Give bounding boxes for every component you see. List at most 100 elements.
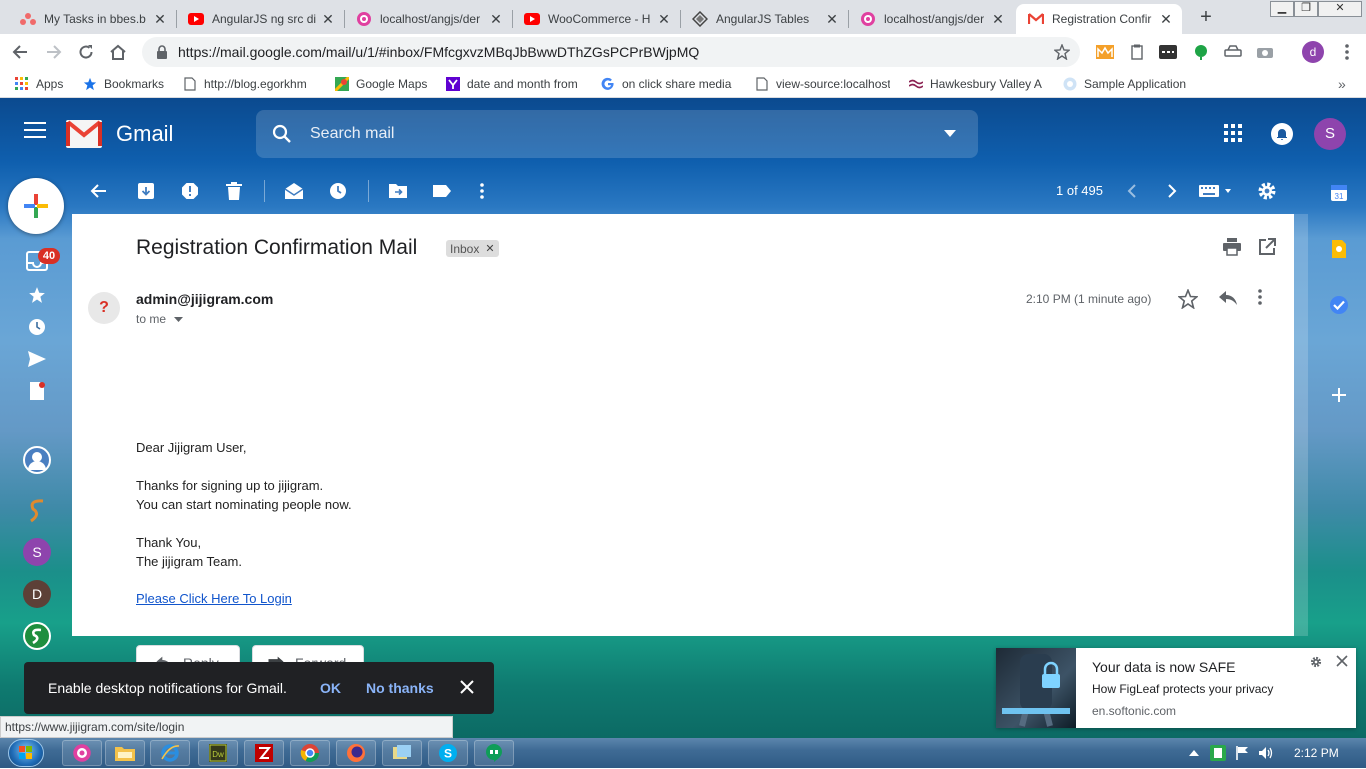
webstorm-taskbar-icon[interactable] bbox=[62, 740, 102, 766]
open-in-new-window-icon[interactable] bbox=[1258, 238, 1276, 256]
compose-button[interactable] bbox=[8, 178, 64, 234]
star-message-icon[interactable] bbox=[1178, 289, 1198, 309]
ad-subtitle[interactable]: How FigLeaf protects your privacy bbox=[1092, 682, 1273, 696]
clipboard-icon[interactable] bbox=[1128, 43, 1146, 61]
delete-icon[interactable] bbox=[223, 180, 245, 202]
snooze-icon[interactable] bbox=[327, 180, 349, 202]
drafts-icon[interactable] bbox=[24, 378, 50, 404]
search-bar[interactable]: Search mail bbox=[256, 110, 978, 158]
print-icon[interactable] bbox=[1222, 238, 1242, 256]
bookmark-star-icon[interactable] bbox=[1054, 44, 1070, 60]
search-icon[interactable] bbox=[272, 124, 292, 144]
search-input[interactable]: Search mail bbox=[310, 125, 394, 143]
bookmark-hawkesbury[interactable]: Hawkesbury Valley A bbox=[908, 76, 1044, 92]
enable-notifications-ok-button[interactable]: OK bbox=[320, 680, 341, 696]
tab-4[interactable]: WooCommerce - H ✕ bbox=[512, 4, 680, 34]
tray-app-icon[interactable] bbox=[1210, 745, 1226, 761]
new-tab-button[interactable]: + bbox=[1196, 6, 1216, 29]
tab-2[interactable]: AngularJS ng src di ✕ bbox=[176, 4, 344, 34]
reload-icon[interactable] bbox=[74, 40, 98, 64]
tab-close-icon[interactable]: ✕ bbox=[488, 11, 504, 28]
tab-close-icon[interactable]: ✕ bbox=[152, 11, 168, 28]
terminal-icon[interactable] bbox=[1159, 43, 1177, 61]
tab-6[interactable]: localhost/angjs/der ✕ bbox=[848, 4, 1014, 34]
no-thanks-button[interactable]: No thanks bbox=[366, 680, 434, 696]
hangouts-user-avatar[interactable] bbox=[23, 446, 51, 474]
camera-icon[interactable] bbox=[1256, 43, 1274, 61]
minimize-button[interactable]: ▁ bbox=[1270, 1, 1294, 17]
ad-close-icon[interactable] bbox=[1336, 655, 1348, 667]
keep-icon[interactable] bbox=[1328, 238, 1350, 260]
car-icon[interactable] bbox=[1224, 43, 1242, 61]
sender-avatar[interactable]: ? bbox=[88, 292, 120, 324]
labels-icon[interactable] bbox=[431, 180, 453, 202]
green-leaf-icon[interactable] bbox=[1192, 43, 1210, 61]
back-to-inbox-icon[interactable] bbox=[87, 180, 109, 202]
forward-icon[interactable] bbox=[42, 40, 66, 64]
chrome-icon[interactable] bbox=[290, 740, 330, 766]
skype-icon[interactable]: S bbox=[428, 740, 468, 766]
firefox-icon[interactable] bbox=[336, 740, 376, 766]
contact-avatar-green[interactable] bbox=[23, 622, 51, 650]
tab-close-icon[interactable]: ✕ bbox=[656, 11, 672, 28]
action-center-flag-icon[interactable] bbox=[1234, 745, 1250, 761]
remove-label-icon[interactable]: ✕ bbox=[485, 242, 494, 255]
extension-icon[interactable] bbox=[1096, 43, 1114, 61]
archive-icon[interactable] bbox=[135, 180, 157, 202]
google-apps-icon[interactable] bbox=[1224, 124, 1242, 142]
contact-avatar-s-logo[interactable] bbox=[23, 496, 51, 524]
tab-close-icon[interactable]: ✕ bbox=[824, 11, 840, 28]
back-icon[interactable] bbox=[8, 40, 32, 64]
volume-icon[interactable] bbox=[1258, 745, 1274, 761]
starred-icon[interactable] bbox=[24, 282, 50, 308]
add-addon-icon[interactable] bbox=[1328, 384, 1350, 406]
move-to-icon[interactable] bbox=[387, 180, 409, 202]
hangouts-icon[interactable] bbox=[474, 740, 514, 766]
gmail-logo[interactable]: Gmail bbox=[66, 120, 173, 148]
inbox-label-chip[interactable]: Inbox ✕ bbox=[446, 240, 499, 257]
account-avatar[interactable]: S bbox=[1314, 118, 1346, 150]
menu-dots-icon[interactable] bbox=[1338, 43, 1356, 61]
tasks-icon[interactable] bbox=[1328, 294, 1350, 316]
tab-5[interactable]: AngularJS Tables ✕ bbox=[680, 4, 848, 34]
ad-source[interactable]: en.softonic.com bbox=[1092, 704, 1176, 718]
internet-explorer-icon[interactable] bbox=[150, 740, 190, 766]
calendar-icon[interactable]: 31 bbox=[1328, 182, 1350, 204]
ad-image[interactable] bbox=[996, 648, 1076, 728]
show-hidden-icons-icon[interactable] bbox=[1186, 745, 1202, 761]
reply-icon[interactable] bbox=[1218, 289, 1238, 307]
recipient-details[interactable]: to me bbox=[136, 312, 184, 326]
show-details-icon[interactable] bbox=[174, 316, 184, 322]
notifications-icon[interactable] bbox=[1270, 122, 1294, 146]
file-explorer-icon[interactable] bbox=[105, 740, 145, 766]
snoozed-icon[interactable] bbox=[24, 314, 50, 340]
sender-email[interactable]: admin@jijigram.com bbox=[136, 291, 273, 307]
mark-unread-icon[interactable] bbox=[283, 180, 305, 202]
contact-avatar-d[interactable]: D bbox=[23, 580, 51, 608]
settings-gear-icon[interactable] bbox=[1256, 180, 1278, 202]
ad-popup[interactable]: Your data is now SAFE How FigLeaf protec… bbox=[996, 648, 1356, 728]
close-window-button[interactable]: ✕ bbox=[1318, 1, 1362, 17]
tab-close-icon[interactable]: ✕ bbox=[320, 11, 336, 28]
main-menu-icon[interactable] bbox=[24, 122, 46, 138]
bookmark-sample-app[interactable]: Sample Application bbox=[1062, 76, 1186, 92]
login-link[interactable]: Please Click Here To Login bbox=[136, 591, 292, 606]
start-button[interactable] bbox=[8, 739, 44, 767]
tab-close-icon[interactable]: ✕ bbox=[990, 11, 1006, 28]
search-options-icon[interactable] bbox=[944, 130, 956, 137]
tab-active[interactable]: Registration Confir ✕ bbox=[1016, 4, 1182, 34]
message-scrollbar[interactable] bbox=[1294, 214, 1308, 636]
bookmark-blog[interactable]: http://blog.egorkhm bbox=[182, 76, 318, 92]
dreamweaver-icon[interactable]: Dw bbox=[198, 740, 238, 766]
restore-button[interactable]: ❐ bbox=[1294, 1, 1318, 17]
tab-3[interactable]: localhost/angjs/der ✕ bbox=[344, 4, 512, 34]
tab-1[interactable]: My Tasks in bbes.b ✕ bbox=[0, 4, 176, 34]
report-spam-icon[interactable] bbox=[179, 180, 201, 202]
address-bar[interactable]: https://mail.google.com/mail/u/1/#inbox/… bbox=[142, 37, 1080, 67]
taskbar-clock[interactable]: 2:12 PM bbox=[1294, 746, 1339, 760]
bookmark-share-media[interactable]: on click share media bbox=[600, 76, 734, 92]
tab-close-icon[interactable]: ✕ bbox=[1158, 11, 1174, 28]
more-actions-icon[interactable] bbox=[471, 180, 493, 202]
bookmark-google-maps[interactable]: Google Maps bbox=[334, 76, 427, 92]
message-more-icon[interactable] bbox=[1258, 289, 1262, 305]
